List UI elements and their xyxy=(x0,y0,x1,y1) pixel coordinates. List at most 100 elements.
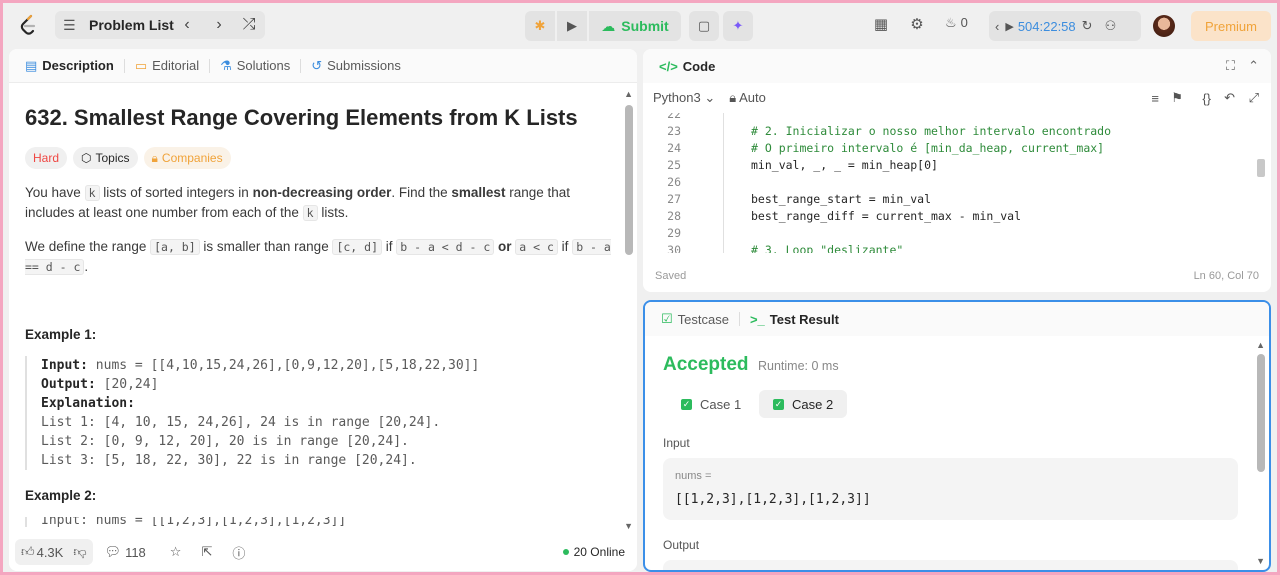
output-box xyxy=(663,560,1238,570)
chevron-left-icon: ‹ xyxy=(184,16,190,33)
text: if xyxy=(557,239,573,254)
streak-counter[interactable]: ♨ 0 xyxy=(945,15,981,35)
undo-icon[interactable]: ↶ xyxy=(1224,90,1235,106)
submit-button[interactable]: ☁ Submit xyxy=(589,11,681,41)
line-text: best_range_diff = current_max - min_val xyxy=(751,209,1022,223)
line-text: # 3. Loop "deslizante" xyxy=(751,243,904,253)
tab-code[interactable]: </> Code xyxy=(653,59,721,74)
prev-problem-button[interactable]: ‹ xyxy=(173,11,201,39)
problem-list-label[interactable]: Problem List xyxy=(89,17,174,33)
tab-editorial[interactable]: ▭ Editorial xyxy=(129,58,205,74)
run-button[interactable]: ▶ xyxy=(557,11,587,41)
scroll-down-arrow[interactable]: ▼ xyxy=(624,521,633,531)
tab-submissions[interactable]: ↺ Submissions xyxy=(305,58,407,74)
chevron-down-icon: ⌄ xyxy=(704,90,716,105)
thumbs-up-icon[interactable]: 👍︎ xyxy=(21,544,35,560)
tab-solutions-label: Solutions xyxy=(236,58,291,73)
description-panel: ▤ Description ▭ Editorial ⚗ Solutions ↺ … xyxy=(9,49,637,571)
code-line: 30 # 3. Loop "deslizante" xyxy=(643,243,1271,253)
page-title[interactable]: 632. Smallest Range Covering Elements fr… xyxy=(25,105,615,131)
result-status: Accepted xyxy=(663,354,749,375)
problem-description: 632. Smallest Range Covering Elements fr… xyxy=(25,97,615,527)
star-icon[interactable]: ☆ xyxy=(170,544,182,560)
tab-testcase[interactable]: ☑ Testcase xyxy=(655,311,735,327)
premium-button[interactable]: Premium xyxy=(1191,11,1271,41)
bold-text: non-decreasing order xyxy=(252,185,392,200)
text: You have xyxy=(25,185,85,200)
result-scrollbar[interactable] xyxy=(1257,354,1265,472)
timer-collapse-icon[interactable]: ‹ xyxy=(995,19,999,34)
scroll-down-arrow[interactable]: ▼ xyxy=(1256,556,1265,566)
line-text: best_range_start = min_val xyxy=(751,192,932,206)
timer-play-icon[interactable]: ▶ xyxy=(1005,20,1013,33)
companies-chip[interactable]: 🔒︎ Companies xyxy=(143,147,231,169)
tab-test-result[interactable]: >_ Test Result xyxy=(744,312,845,327)
ai-assist-button[interactable]: ✦ xyxy=(723,11,753,41)
scroll-up-arrow[interactable]: ▲ xyxy=(624,89,633,99)
like-count: 4.3K xyxy=(36,544,64,560)
add-user-icon[interactable]: ⚇ xyxy=(1105,18,1117,34)
tab-solutions[interactable]: ⚗ Solutions xyxy=(214,58,296,74)
code-editor[interactable]: 22 23 # 2. Inicializar o nosso melhor inte… xyxy=(643,113,1271,253)
description-footer: 👍︎ 4.3K 👎︎ 💬︎ 118 ☆ ⇱ ⓘ 20 Online xyxy=(9,533,637,571)
thumbs-down-icon[interactable]: 👎︎ xyxy=(73,544,86,560)
output-value: [20,24] xyxy=(95,377,159,392)
cloud-upload-icon: ☁ xyxy=(601,17,616,34)
problem-list-group[interactable]: ☰ Problem List xyxy=(55,11,265,39)
line-text: # 2. Inicializar o nosso melhor interval… xyxy=(751,124,1112,138)
layout-button[interactable]: ▦ xyxy=(871,15,891,35)
topics-chip[interactable]: ⬡ Topics xyxy=(73,147,138,169)
inline-code: [c, d] xyxy=(332,239,382,255)
collapse-icon[interactable]: ⌃ xyxy=(1248,58,1259,74)
bookmark-icon[interactable]: ⚑ xyxy=(1171,90,1183,106)
code-scrollbar[interactable] xyxy=(1257,159,1265,177)
language-value: Python3 xyxy=(653,90,701,105)
example-2-heading: Example 2: xyxy=(25,488,97,503)
bug-icon: ✱ xyxy=(534,18,546,33)
problem-paragraph-2: We define the range [a, b] is smaller th… xyxy=(25,237,615,277)
scroll-up-arrow[interactable]: ▲ xyxy=(1256,340,1265,350)
text: lists. xyxy=(317,205,349,220)
language-select[interactable]: Python3 ⌄ xyxy=(653,90,715,106)
auto-mode-toggle[interactable]: 🔒︎ Auto xyxy=(729,90,766,106)
editor-toolbar: Python3 ⌄ 🔒︎ Auto ≡ ⚑ {} ↶ ⤢ xyxy=(643,83,1271,113)
random-problem-button[interactable]: ⤮ xyxy=(235,11,263,39)
debug-button[interactable]: ✱ xyxy=(525,11,555,41)
case-2-tab[interactable]: ✓ Case 2 xyxy=(759,390,848,418)
timer-reset-icon[interactable]: ↻ xyxy=(1082,18,1093,34)
share-icon[interactable]: ⇱ xyxy=(201,544,212,560)
result-tabs: ☑ Testcase >_ Test Result xyxy=(645,302,1269,336)
online-dot xyxy=(562,549,569,555)
var-name: nums = xyxy=(675,470,712,482)
case-2-label: Case 2 xyxy=(792,396,834,412)
settings-button[interactable]: ⚙ xyxy=(907,15,927,35)
case-1-tab[interactable]: ✓ Case 1 xyxy=(667,390,755,418)
saved-status: Saved xyxy=(655,270,687,282)
tab-description[interactable]: ▤ Description xyxy=(19,58,120,74)
next-problem-button[interactable]: › xyxy=(205,11,233,39)
tab-divider xyxy=(738,312,740,326)
output-label: Output: xyxy=(41,377,96,392)
sparkle-icon: ✦ xyxy=(732,18,744,33)
maximize-icon[interactable]: ⛶ xyxy=(1226,58,1235,74)
text: . Find the xyxy=(391,185,452,200)
text: is smaller than range xyxy=(199,239,333,254)
bold-text: smallest xyxy=(451,185,506,200)
avatar[interactable] xyxy=(1153,15,1175,37)
help-icon[interactable]: ⓘ xyxy=(232,543,245,562)
inline-code: a < c xyxy=(515,239,558,255)
braces-icon[interactable]: {} xyxy=(1202,91,1211,106)
comment-icon[interactable]: 💬︎ xyxy=(105,544,122,560)
editor-status: Saved Ln 60, Col 70 xyxy=(655,270,1259,282)
description-scrollbar[interactable] xyxy=(625,105,633,255)
note-button[interactable]: ▢ xyxy=(689,11,719,41)
leetcode-logo-icon[interactable] xyxy=(17,13,41,37)
streak-value: 0 xyxy=(960,15,968,30)
format-icon[interactable]: ≡ xyxy=(1151,91,1159,106)
output-section-label: Output xyxy=(663,538,700,552)
inline-code: [a, b] xyxy=(150,239,200,255)
code-line: 25 min_val, _, _ = min_heap[0] xyxy=(643,158,1271,175)
checkbox-icon: ☑ xyxy=(661,311,673,326)
line-number: 28 xyxy=(667,209,681,223)
expand-icon[interactable]: ⤢ xyxy=(1249,90,1259,106)
